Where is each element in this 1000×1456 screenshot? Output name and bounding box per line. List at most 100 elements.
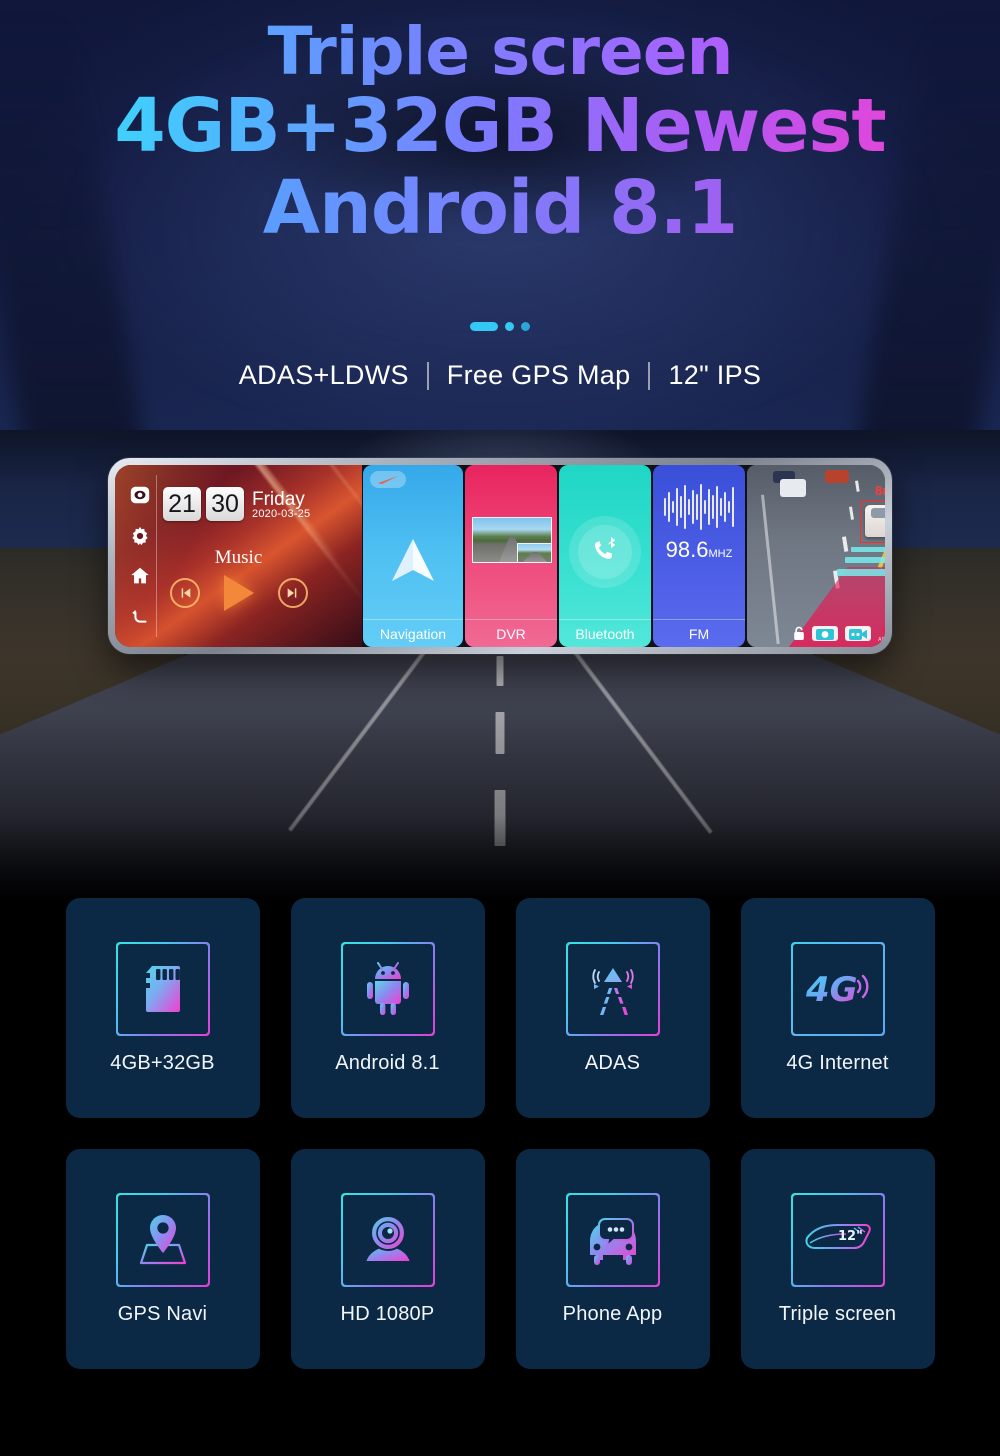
icon-frame: 4G [790, 941, 885, 1036]
traffic-car [780, 479, 806, 497]
feature-label-android: Android 8.1 [335, 1051, 440, 1074]
tile-label-fm: FM [653, 619, 745, 647]
decorative-dots [0, 322, 1000, 331]
tile-label-dvr: DVR [465, 619, 557, 647]
feature-card-adas[interactable]: ADAS [515, 898, 710, 1118]
icon-frame [565, 941, 660, 1036]
icon-frame [115, 941, 210, 1036]
headline-line-1: Triple screen [0, 18, 1000, 86]
4g-signal-icon: 4G [805, 970, 868, 1010]
subtitle-item-gps: Free GPS Map [446, 360, 631, 390]
weekday-label: Friday [252, 488, 305, 510]
compass-icon [370, 471, 406, 488]
hero-headline: Triple screen 4GB+32GB Newest Android 8.… [0, 18, 1000, 246]
feature-card-gps[interactable]: GPS Navi [65, 1149, 260, 1369]
icon-frame: 12" [790, 1192, 885, 1287]
feature-card-memory[interactable]: 4GB+32GB [65, 898, 260, 1118]
adas-scene: 8m [747, 465, 885, 647]
adas-toolbar: S ADAS [753, 623, 885, 644]
clock-widget: 21 30 Friday 2020-03-25 [163, 487, 310, 521]
adas-brand-label: ADAS [878, 636, 885, 643]
icon-frame [340, 941, 435, 1036]
memory-card-icon [145, 965, 180, 1012]
camera-icon[interactable] [129, 484, 151, 506]
detection-box [860, 501, 885, 543]
feature-label-phone-app: Phone App [562, 1302, 663, 1325]
tile-label-navigation: Navigation [363, 619, 463, 647]
car-chat-icon [589, 1217, 636, 1265]
feature-card-4g[interactable]: 4G 4G Internet [740, 898, 935, 1118]
dashcam-icon [472, 517, 552, 563]
feature-label-memory: 4GB+32GB [110, 1051, 215, 1074]
fm-frequency: 98.6MHZ [653, 537, 745, 563]
app-tile-dvr[interactable]: DVR [465, 465, 557, 647]
feature-label-hd: HD 1080P [340, 1302, 435, 1325]
app-tile-bluetooth[interactable]: Bluetooth [559, 465, 651, 647]
subtitle-separator [648, 361, 651, 390]
music-controls [115, 575, 362, 611]
clock-minute: 30 [206, 487, 244, 521]
date-block: Friday 2020-03-25 [252, 488, 311, 521]
app-tile-fm[interactable]: 98.6MHZ FM [653, 465, 745, 647]
feature-label-adas: ADAS [584, 1051, 641, 1074]
next-track-icon[interactable] [277, 578, 308, 608]
subtitle-row: ADAS+LDWS Free GPS Map 12" IPS [0, 360, 1000, 391]
photo-icon[interactable] [812, 626, 839, 641]
app-tile-navigation[interactable]: Navigation [363, 465, 463, 647]
feature-label-gps: GPS Navi [117, 1302, 208, 1325]
subtitle-item-adas: ADAS+LDWS [238, 360, 409, 390]
tile-label-bluetooth: Bluetooth [559, 619, 651, 647]
date-label: 2020-03-25 [252, 508, 311, 521]
feature-grid: 4GB+32GB Android 8.1 ADAS 4G 4G Internet… [0, 898, 1000, 1369]
adas-brand-mark: S [878, 625, 885, 638]
map-pin-icon [139, 1214, 186, 1264]
hero-section: Triple screen 4GB+32GB Newest Android 8.… [0, 0, 1000, 900]
adas-icon[interactable]: S ADAS [878, 625, 885, 643]
pill-indicator [470, 322, 498, 331]
mirror-screen-icon: 12" [805, 1223, 871, 1249]
4g-glyph: 4G [805, 970, 858, 1010]
feature-card-triple-screen[interactable]: 12" Triple screen [740, 1149, 935, 1369]
gear-icon[interactable] [129, 525, 151, 547]
feature-label-triple-screen: Triple screen [778, 1302, 897, 1325]
icon-frame [340, 1192, 435, 1287]
headline-line-2: 4GB+32GB Newest [0, 88, 1000, 164]
video-icon[interactable] [845, 626, 872, 641]
distance-label: 8m [875, 483, 885, 498]
zebra-stripe [845, 557, 885, 563]
feature-cards-section: 4GB+32GB Android 8.1 ADAS 4G 4G Internet… [0, 898, 1000, 1369]
music-title: Music [214, 547, 263, 568]
lane-assist-icon [591, 967, 634, 1015]
fm-frequency-value: 98.6 [665, 537, 709, 562]
dot-indicator [505, 322, 514, 331]
play-icon[interactable] [223, 575, 254, 611]
dvr-picture-in-picture [517, 543, 551, 562]
device-screen: 21 30 Friday 2020-03-25 Music Navigation… [115, 465, 885, 647]
subtitle-item-ips: 12" IPS [668, 360, 762, 390]
adas-camera-view[interactable]: 8m [747, 465, 885, 647]
lock-icon[interactable] [793, 626, 805, 641]
radio-wave-icon [653, 481, 745, 533]
product-advertisement-page: Triple screen 4GB+32GB Newest Android 8.… [0, 0, 1000, 1456]
dvr-road-inset [522, 551, 548, 562]
zebra-stripe [837, 569, 885, 576]
dot-indicator [521, 322, 530, 331]
navigation-arrow-icon [392, 538, 434, 581]
clock-hour: 21 [163, 487, 201, 521]
home-screen-panel: 21 30 Friday 2020-03-25 Music [115, 465, 362, 647]
mirror-dashcam-device: 21 30 Friday 2020-03-25 Music Navigation… [108, 458, 892, 654]
icon-frame [565, 1192, 660, 1287]
icon-frame [115, 1192, 210, 1287]
feature-card-hd[interactable]: HD 1080P [290, 1149, 485, 1369]
webcam-icon [366, 1214, 409, 1261]
android-robot-icon [366, 961, 409, 1015]
bluetooth-phone-icon [569, 516, 641, 589]
traffic-car [825, 470, 849, 483]
feature-card-phone-app[interactable]: Phone App [515, 1149, 710, 1369]
headline-line-3: Android 8.1 [0, 170, 1000, 246]
zebra-stripe [851, 547, 885, 552]
feature-card-android[interactable]: Android 8.1 [290, 898, 485, 1118]
fm-frequency-unit: MHZ [708, 548, 733, 560]
previous-track-icon[interactable] [169, 578, 200, 608]
feature-label-4g: 4G Internet [786, 1051, 889, 1074]
